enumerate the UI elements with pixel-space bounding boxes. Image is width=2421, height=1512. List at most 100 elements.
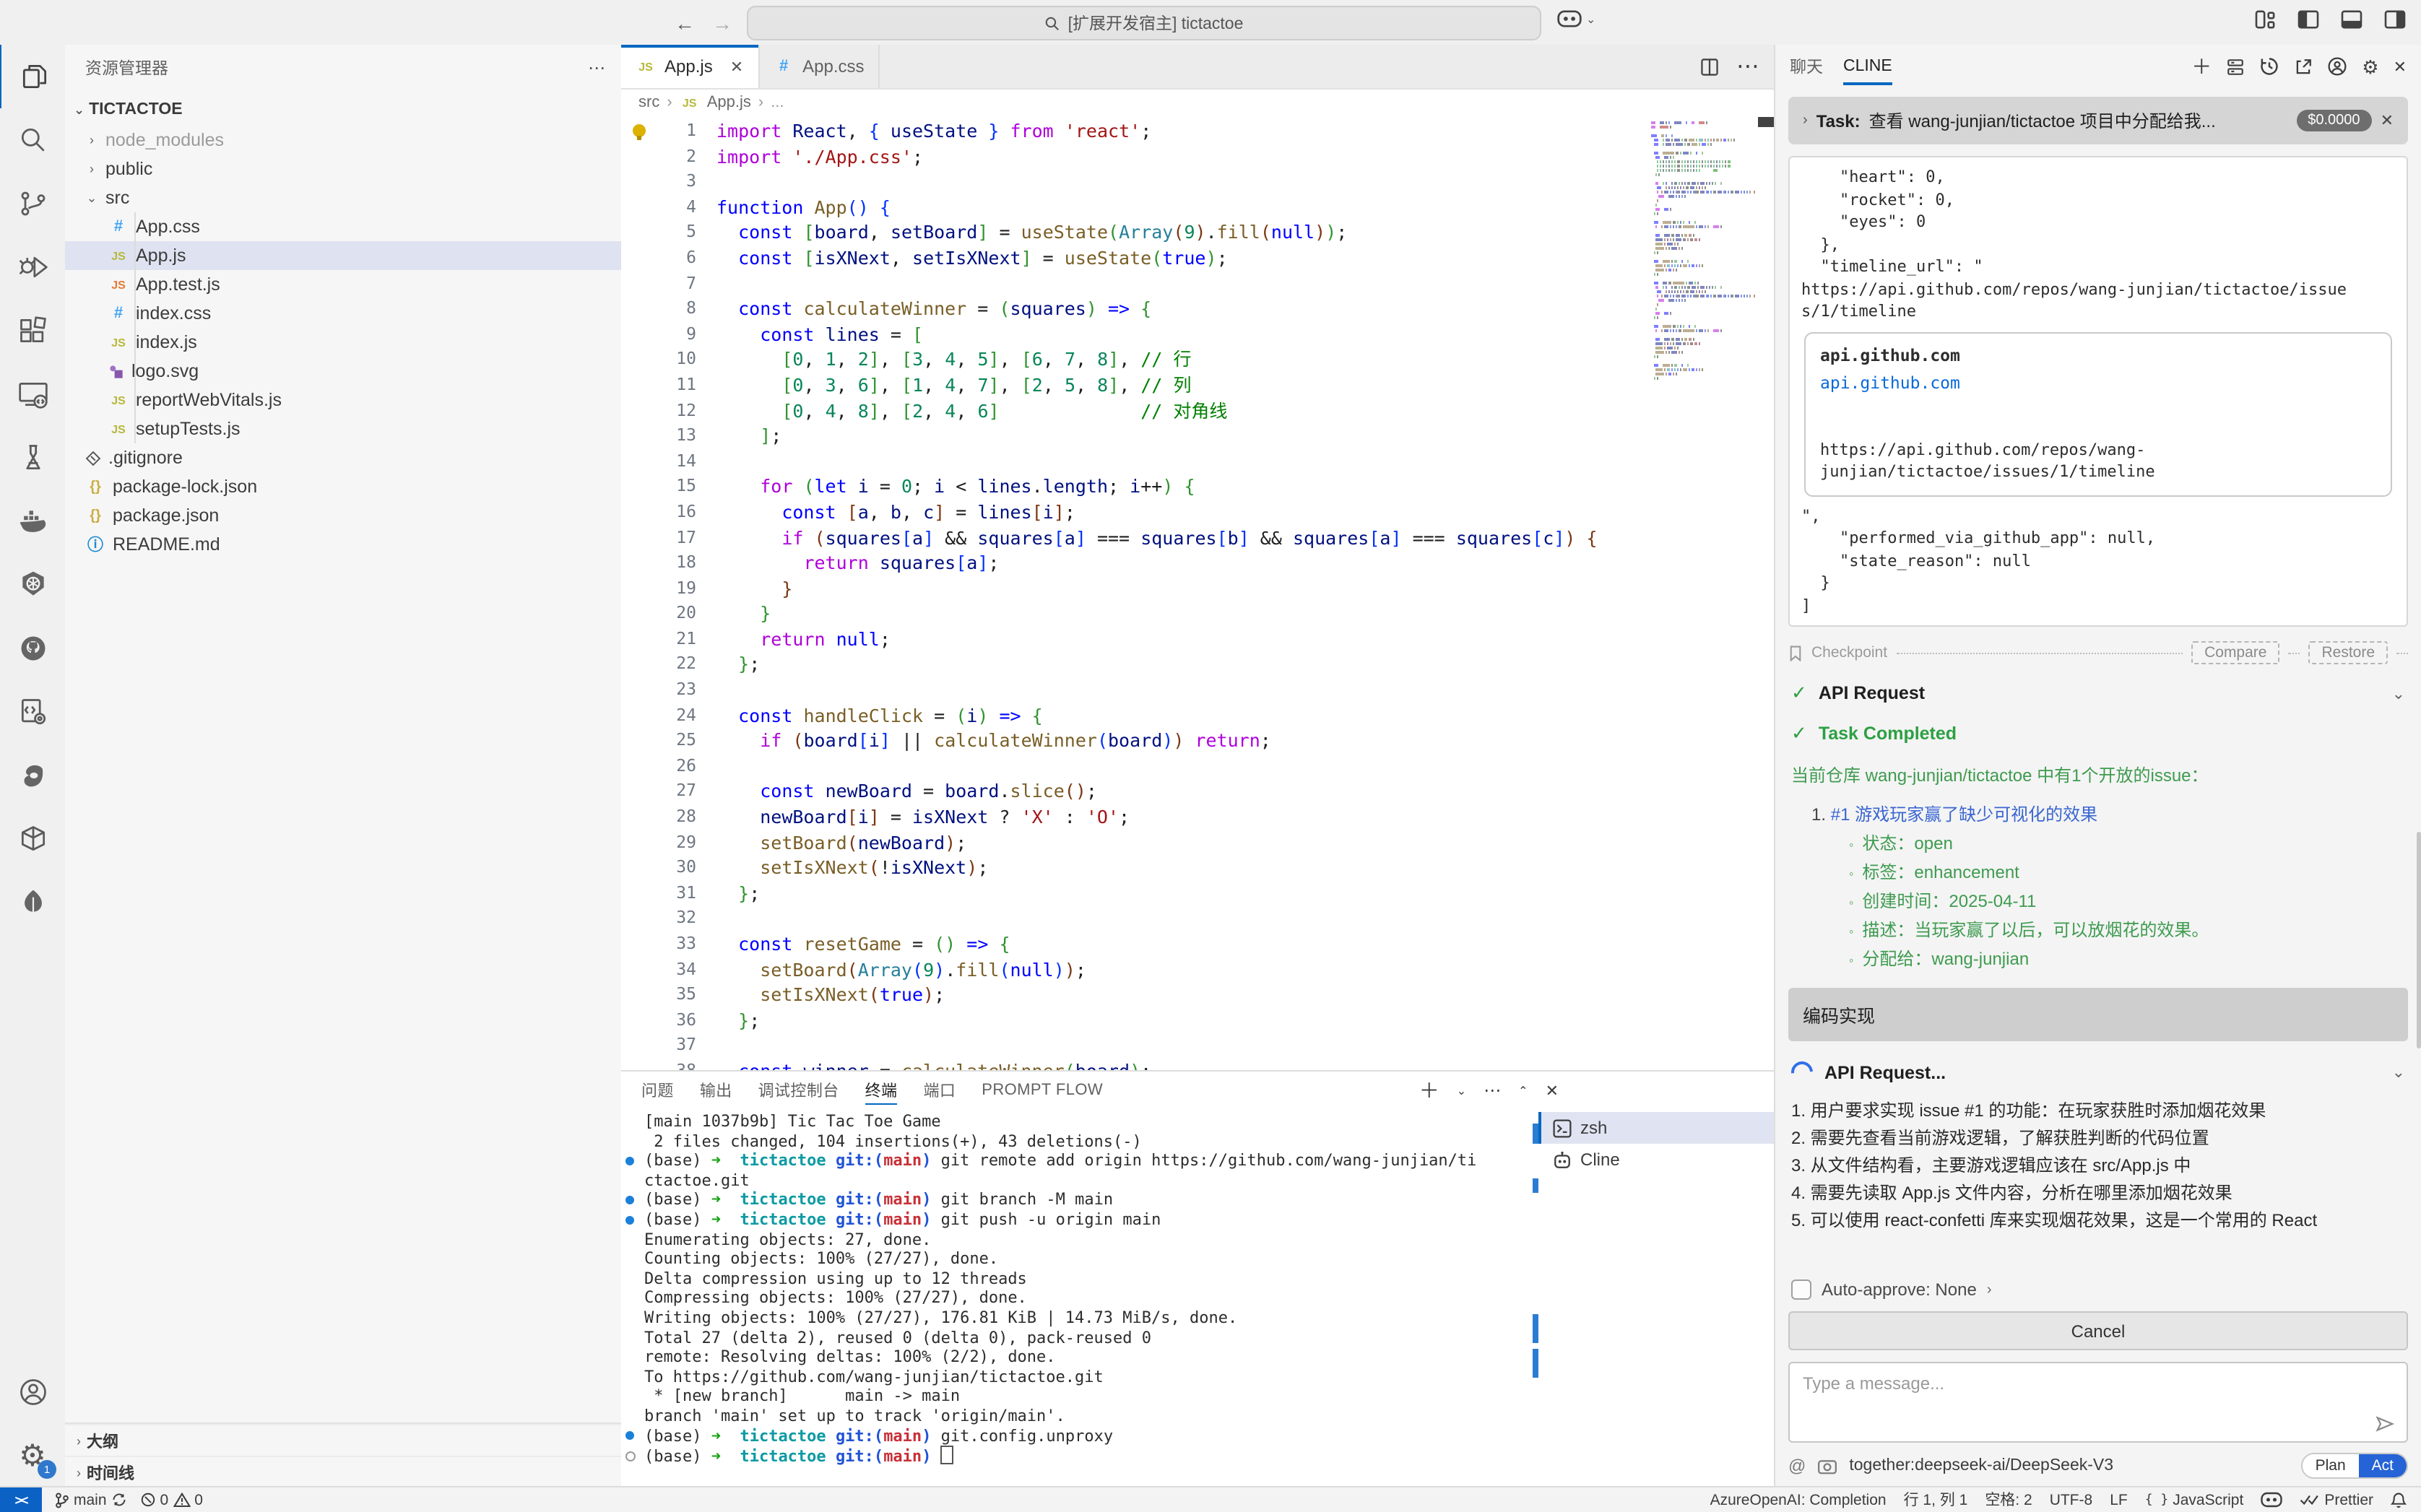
- code-line-34[interactable]: 34 setBoard(Array(9).fill(null));: [621, 957, 1645, 982]
- code-line-2[interactable]: 2import './App.css';: [621, 144, 1645, 169]
- new-terminal-icon[interactable]: ＋: [1419, 1076, 1439, 1105]
- chevron-down-icon[interactable]: ⌄: [2392, 1063, 2405, 1082]
- auto-approve-checkbox[interactable]: [1791, 1279, 1811, 1300]
- activity-item-extensions[interactable]: .s{fill:none;stroke:#424242;stroke-width…: [0, 299, 65, 362]
- code-line-6[interactable]: 6 const [isXNext, setIsXNext] = useState…: [621, 246, 1645, 271]
- link-preview-card[interactable]: api.github.com api.github.com https://ap…: [1804, 331, 2392, 496]
- close-panel-icon[interactable]: ✕: [2394, 57, 2407, 76]
- activity-item-docker[interactable]: .s{fill:none;stroke:#424242;stroke-width…: [0, 490, 65, 553]
- code-line-35[interactable]: 35 setIsXNext(true);: [621, 982, 1645, 1007]
- terminal-scrollbar[interactable]: [1533, 1112, 1538, 1487]
- cline-scrollbar[interactable]: [2417, 832, 2421, 1048]
- code-line-37[interactable]: 37: [621, 1033, 1645, 1059]
- screenshot-icon[interactable]: [1817, 1458, 1837, 1474]
- code-line-1[interactable]: 1import React, { useState } from 'react'…: [621, 118, 1645, 144]
- code-line-25[interactable]: 25 if (board[i] || calculateWinner(board…: [621, 729, 1645, 754]
- compare-button[interactable]: Compare: [2191, 641, 2279, 664]
- code-line-15[interactable]: 15 for (let i = 0; i < lines.length; i++…: [621, 474, 1645, 500]
- command-center-search[interactable]: [扩展开发宿主] tictactoe: [747, 6, 1541, 40]
- code-line-10[interactable]: 10 [0, 1, 2], [3, 4, 5], [6, 7, 8], // 行: [621, 347, 1645, 373]
- message-input[interactable]: Type a message...: [1788, 1362, 2408, 1443]
- copilot-menu[interactable]: ⌄: [1557, 10, 1595, 27]
- close-tab-icon[interactable]: ✕: [730, 57, 743, 76]
- breadcrumb[interactable]: src› JS App.js› ...: [621, 90, 1775, 116]
- problems-indicator[interactable]: 0 0: [140, 1491, 203, 1508]
- cancel-button[interactable]: Cancel: [1788, 1311, 2408, 1350]
- language-mode[interactable]: { } JavaScript: [2145, 1491, 2244, 1508]
- activity-item-leaf[interactable]: .s{fill:none;stroke:#424242;stroke-width…: [0, 871, 65, 934]
- restore-button[interactable]: Restore: [2308, 641, 2388, 664]
- close-task-icon[interactable]: ✕: [2381, 111, 2394, 130]
- code-line-27[interactable]: 27 const newBoard = board.slice();: [621, 779, 1645, 804]
- code-line-33[interactable]: 33 const resetGame = () => {: [621, 931, 1645, 957]
- code-line-26[interactable]: 26: [621, 754, 1645, 779]
- folder-src[interactable]: ⌄src: [65, 183, 621, 212]
- panel-tab-端口[interactable]: 端口: [923, 1072, 956, 1109]
- code-line-8[interactable]: 8 const calculateWinner = (squares) => {: [621, 296, 1645, 321]
- code-line-17[interactable]: 17 if (squares[a] && squares[a] === squa…: [621, 525, 1645, 550]
- sync-icon[interactable]: [111, 1492, 127, 1508]
- plan-act-toggle[interactable]: Plan Act: [2301, 1453, 2408, 1479]
- auto-approve-row[interactable]: Auto-approve: None ›: [1791, 1279, 2408, 1300]
- mcp-servers-icon[interactable]: [2226, 57, 2245, 76]
- file-package-lock.json[interactable]: {}package-lock.json: [65, 472, 621, 501]
- tab-app-css[interactable]: # App.css: [759, 45, 880, 88]
- code-line-20[interactable]: 20 }: [621, 601, 1645, 627]
- activity-item-files[interactable]: .s{fill:none;stroke:#424242;stroke-width…: [0, 45, 66, 108]
- terminal-dropdown-icon[interactable]: ⌄: [1457, 1084, 1466, 1097]
- panel-tab-终端[interactable]: 终端: [865, 1072, 898, 1109]
- code-line-21[interactable]: 21 return null;: [621, 627, 1645, 652]
- history-icon[interactable]: [2259, 56, 2279, 77]
- send-icon[interactable]: [2375, 1415, 2395, 1433]
- back-icon[interactable]: ←: [675, 11, 695, 34]
- panel-tab-PROMPT FLOW[interactable]: PROMPT FLOW: [982, 1072, 1103, 1109]
- file-App.css[interactable]: #App.css: [65, 212, 621, 241]
- toggle-panel-icon[interactable]: [2340, 10, 2363, 29]
- code-line-19[interactable]: 19 }: [621, 575, 1645, 601]
- forward-icon[interactable]: →: [712, 11, 732, 34]
- cursor-position[interactable]: 行 1, 列 1: [1904, 1489, 1968, 1511]
- tab-chat[interactable]: 聊天: [1790, 45, 1823, 88]
- file-README.md[interactable]: ⓘREADME.md: [65, 530, 621, 559]
- folder-node_modules[interactable]: ›node_modules: [65, 126, 621, 155]
- code-line-16[interactable]: 16 const [a, b, c] = lines[i];: [621, 500, 1645, 525]
- ai-completion-status[interactable]: AzureOpenAI: Completion: [1710, 1491, 1887, 1508]
- file-logo.svg[interactable]: logo.svg: [65, 357, 621, 386]
- code-line-32[interactable]: 32: [621, 906, 1645, 931]
- code-line-14[interactable]: 14: [621, 448, 1645, 474]
- file-package.json[interactable]: {}package.json: [65, 501, 621, 530]
- tab-app-js[interactable]: JS App.js ✕: [621, 45, 759, 88]
- code-line-24[interactable]: 24 const handleClick = (i) => {: [621, 703, 1645, 728]
- code-line-23[interactable]: 23: [621, 677, 1645, 703]
- encoding[interactable]: UTF-8: [2050, 1491, 2093, 1508]
- api-request-progress-row[interactable]: API Request... ⌄: [1791, 1061, 2405, 1083]
- branch-indicator[interactable]: main: [55, 1491, 127, 1508]
- code-line-18[interactable]: 18 return squares[a];: [621, 550, 1645, 575]
- timeline-section[interactable]: ›时间线: [65, 1456, 621, 1487]
- terminal-output[interactable]: [main 1037b9b] Tic Tac Toe Game 2 files …: [621, 1112, 1533, 1487]
- file-App.js[interactable]: JSApp.js: [65, 241, 621, 270]
- activity-item-run-debug[interactable]: .s{fill:none;stroke:#424242;stroke-width…: [0, 235, 65, 299]
- activity-item-github[interactable]: .s{fill:none;stroke:#424242;stroke-width…: [0, 617, 65, 680]
- code-line-31[interactable]: 31 };: [621, 881, 1645, 906]
- file-reportWebVitals.js[interactable]: JSreportWebVitals.js: [65, 386, 621, 414]
- customize-layout-icon[interactable]: [2255, 10, 2277, 29]
- bell-icon[interactable]: [2391, 1491, 2407, 1508]
- new-task-icon[interactable]: ＋: [2191, 52, 2212, 81]
- preview-link[interactable]: api.github.com: [1820, 373, 2376, 395]
- activity-item-search[interactable]: .s{fill:none;stroke:#424242;stroke-width…: [0, 108, 65, 172]
- folder-public[interactable]: ›public: [65, 155, 621, 183]
- file-setupTests.js[interactable]: JSsetupTests.js: [65, 414, 621, 443]
- activity-item-source-control[interactable]: .s{fill:none;stroke:#424242;stroke-width…: [0, 172, 65, 235]
- explorer-more-icon[interactable]: ⋯: [588, 58, 607, 78]
- activity-item-package[interactable]: .s{fill:none;stroke:#424242;stroke-width…: [0, 807, 65, 871]
- activity-item-kubernetes[interactable]: .s{fill:none;stroke:#424242;stroke-width…: [0, 553, 65, 617]
- terminal-tab-cline[interactable]: Cline: [1538, 1144, 1775, 1176]
- file-.gitignore[interactable]: .gitignore: [65, 443, 621, 472]
- act-button[interactable]: Act: [2359, 1454, 2407, 1477]
- chevron-down-icon[interactable]: ⌄: [2392, 684, 2405, 703]
- code-line-11[interactable]: 11 [0, 3, 6], [1, 4, 7], [2, 5, 8], // 列: [621, 373, 1645, 398]
- account-icon[interactable]: [2327, 56, 2347, 77]
- file-index.js[interactable]: JSindex.js: [65, 328, 621, 357]
- code-line-22[interactable]: 22 };: [621, 652, 1645, 677]
